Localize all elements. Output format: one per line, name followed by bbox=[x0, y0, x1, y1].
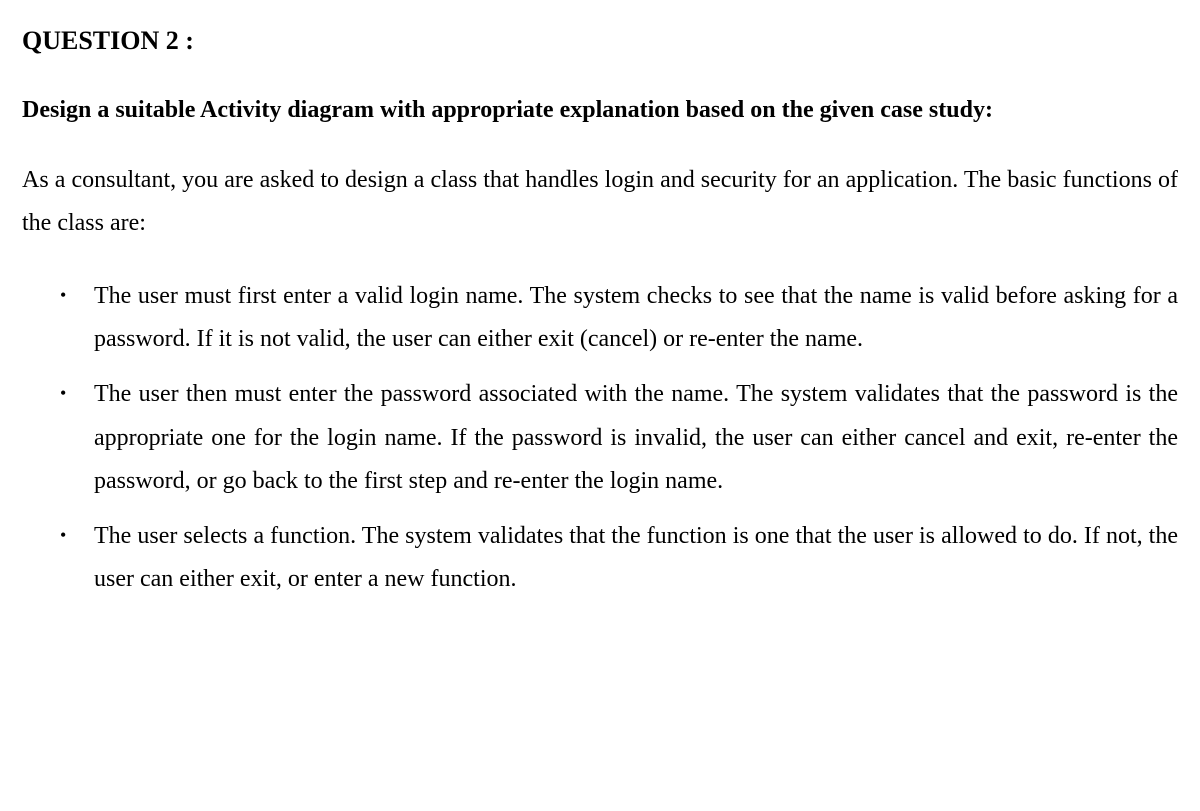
bullet-list: The user must first enter a valid login … bbox=[22, 275, 1178, 601]
intro-text: As a consultant, you are asked to design… bbox=[22, 159, 1178, 245]
question-title: QUESTION 2 : bbox=[22, 18, 1178, 64]
bullet-item: The user selects a function. The system … bbox=[22, 515, 1178, 601]
instruction-text: Design a suitable Activity diagram with … bbox=[22, 92, 1178, 129]
bullet-item: The user then must enter the password as… bbox=[22, 373, 1178, 503]
bullet-item: The user must first enter a valid login … bbox=[22, 275, 1178, 361]
